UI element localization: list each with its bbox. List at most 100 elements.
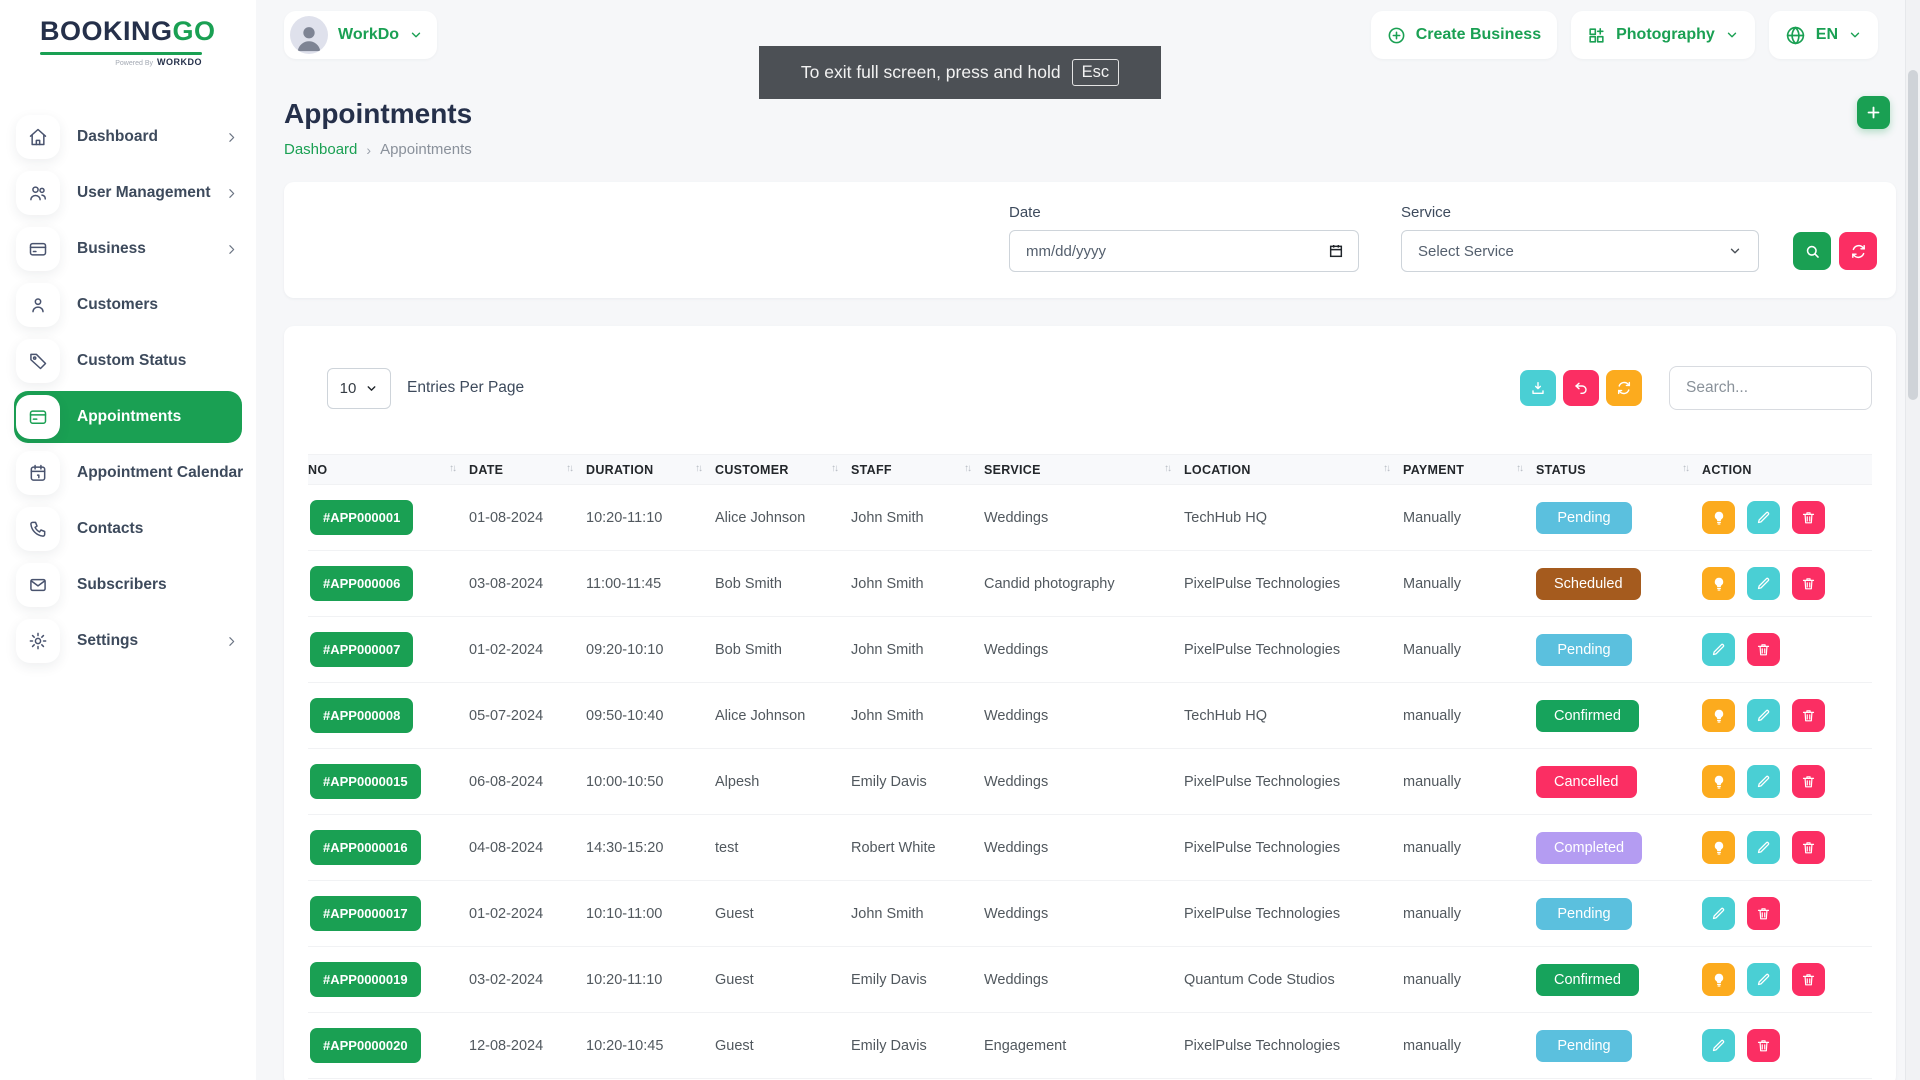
workspace-dropdown[interactable]: WorkDo — [284, 11, 437, 59]
cell-location: PixelPulse Technologies — [1184, 1013, 1403, 1079]
appointment-no-badge[interactable]: #APP000008 — [310, 698, 413, 733]
breadcrumb-current: Appointments — [380, 141, 472, 158]
filter-reset-button[interactable] — [1839, 232, 1877, 270]
delete-button[interactable] — [1792, 699, 1825, 732]
edit-button[interactable] — [1747, 501, 1780, 534]
delete-button[interactable] — [1792, 501, 1825, 534]
delete-button[interactable] — [1747, 897, 1780, 930]
chevron-down-icon — [409, 28, 423, 42]
delete-button[interactable] — [1747, 1029, 1780, 1062]
insight-bulb-button[interactable] — [1702, 567, 1735, 600]
column-header-date[interactable]: DATE↑↓ — [469, 455, 586, 485]
trash-icon — [1756, 642, 1771, 657]
table-row: #APP0000020 12-08-2024 10:20-10:45 Guest… — [308, 1013, 1872, 1079]
edit-button[interactable] — [1702, 897, 1735, 930]
cell-staff: Emily Davis — [851, 947, 984, 1013]
export-download-button[interactable] — [1520, 370, 1556, 406]
entries-per-page-select[interactable]: 10 — [327, 368, 391, 409]
date-placeholder: mm/dd/yyyy — [1026, 243, 1106, 260]
language-dropdown[interactable]: EN — [1769, 11, 1878, 59]
cell-duration: 09:50-10:40 — [586, 683, 715, 749]
sidebar-item-appointments[interactable]: Appointments — [0, 389, 256, 445]
column-header-payment[interactable]: PAYMENT↑↓ — [1403, 455, 1536, 485]
column-header-status[interactable]: STATUS↑↓ — [1536, 455, 1702, 485]
sidebar-item-contacts[interactable]: Contacts — [0, 501, 256, 557]
sidebar-item-custom-status[interactable]: Custom Status — [0, 333, 256, 389]
sidebar-item-label: Custom Status — [77, 352, 186, 370]
create-business-button[interactable]: Create Business — [1371, 11, 1557, 59]
insight-bulb-button[interactable] — [1702, 501, 1735, 534]
scrollbar-thumb[interactable] — [1908, 70, 1918, 400]
insight-bulb-button[interactable] — [1702, 963, 1735, 996]
delete-button[interactable] — [1747, 633, 1780, 666]
status-badge: Confirmed — [1536, 700, 1639, 732]
plus-circle-icon — [1387, 26, 1406, 45]
cell-service: Weddings — [984, 947, 1184, 1013]
edit-button[interactable] — [1702, 633, 1735, 666]
appointment-no-badge[interactable]: #APP0000019 — [310, 962, 421, 997]
sidebar-item-appointment-calendar[interactable]: Appointment Calendar — [0, 445, 256, 501]
filter-search-button[interactable] — [1793, 232, 1831, 270]
appointment-no-badge[interactable]: #APP0000020 — [310, 1028, 421, 1063]
globe-icon — [1785, 25, 1806, 46]
breadcrumb-dashboard-link[interactable]: Dashboard — [284, 141, 357, 158]
sidebar-item-subscribers[interactable]: Subscribers — [0, 557, 256, 613]
column-header-staff[interactable]: STAFF↑↓ — [851, 455, 984, 485]
cell-payment: Manually — [1403, 485, 1536, 551]
delete-button[interactable] — [1792, 831, 1825, 864]
cell-duration: 10:20-10:45 — [586, 1013, 715, 1079]
cell-customer: Alice Johnson — [715, 485, 851, 551]
sidebar-item-customers[interactable]: Customers — [0, 277, 256, 333]
sidebar-item-dashboard[interactable]: Dashboard — [0, 109, 256, 165]
table-header-row: NO↑↓ DATE↑↓ DURATION↑↓ CUSTOMER↑↓ STAFF↑… — [308, 455, 1872, 485]
cell-staff: John Smith — [851, 683, 984, 749]
appointment-no-badge[interactable]: #APP0000015 — [310, 764, 421, 799]
sidebar-item-user-management[interactable]: User Management — [0, 165, 256, 221]
pencil-icon — [1711, 1038, 1726, 1053]
column-header-no[interactable]: NO↑↓ — [308, 455, 469, 485]
browser-scrollbar[interactable] — [1905, 0, 1920, 1080]
cell-duration: 10:20-11:10 — [586, 947, 715, 1013]
edit-button[interactable] — [1747, 831, 1780, 864]
download-icon — [1530, 380, 1546, 396]
sidebar-item-business[interactable]: Business — [0, 221, 256, 277]
appointment-no-badge[interactable]: #APP000006 — [310, 566, 413, 601]
pencil-icon — [1711, 642, 1726, 657]
cell-service: Weddings — [984, 815, 1184, 881]
column-header-customer[interactable]: CUSTOMER↑↓ — [715, 455, 851, 485]
date-filter-input[interactable]: mm/dd/yyyy — [1009, 230, 1359, 272]
lightbulb-icon — [1711, 576, 1727, 592]
edit-button[interactable] — [1747, 765, 1780, 798]
insight-bulb-button[interactable] — [1702, 699, 1735, 732]
edit-button[interactable] — [1747, 567, 1780, 600]
column-header-location[interactable]: LOCATION↑↓ — [1184, 455, 1403, 485]
table-search-input[interactable] — [1669, 366, 1872, 410]
appointment-no-badge[interactable]: #APP0000017 — [310, 896, 421, 931]
business-type-label: Photography — [1616, 26, 1715, 44]
column-header-service[interactable]: SERVICE↑↓ — [984, 455, 1184, 485]
cell-customer: test — [715, 815, 851, 881]
edit-button[interactable] — [1747, 963, 1780, 996]
sidebar-item-label: Settings — [77, 632, 138, 650]
appointment-no-badge[interactable]: #APP0000016 — [310, 830, 421, 865]
sidebar-item-settings[interactable]: Settings — [0, 613, 256, 669]
cell-service: Weddings — [984, 683, 1184, 749]
delete-button[interactable] — [1792, 765, 1825, 798]
insight-bulb-button[interactable] — [1702, 831, 1735, 864]
appointment-no-badge[interactable]: #APP000007 — [310, 632, 413, 667]
trash-icon — [1801, 840, 1816, 855]
delete-button[interactable] — [1792, 567, 1825, 600]
edit-button[interactable] — [1702, 1029, 1735, 1062]
refresh-table-button[interactable] — [1606, 370, 1642, 406]
pencil-icon — [1756, 972, 1771, 987]
chevron-down-icon — [1728, 244, 1742, 258]
delete-button[interactable] — [1792, 963, 1825, 996]
add-appointment-button[interactable] — [1857, 96, 1890, 129]
insight-bulb-button[interactable] — [1702, 765, 1735, 798]
service-filter-select[interactable]: Select Service — [1401, 230, 1759, 272]
column-header-duration[interactable]: DURATION↑↓ — [586, 455, 715, 485]
appointment-no-badge[interactable]: #APP000001 — [310, 500, 413, 535]
undo-button[interactable] — [1563, 370, 1599, 406]
business-type-dropdown[interactable]: Photography — [1571, 11, 1755, 59]
edit-button[interactable] — [1747, 699, 1780, 732]
